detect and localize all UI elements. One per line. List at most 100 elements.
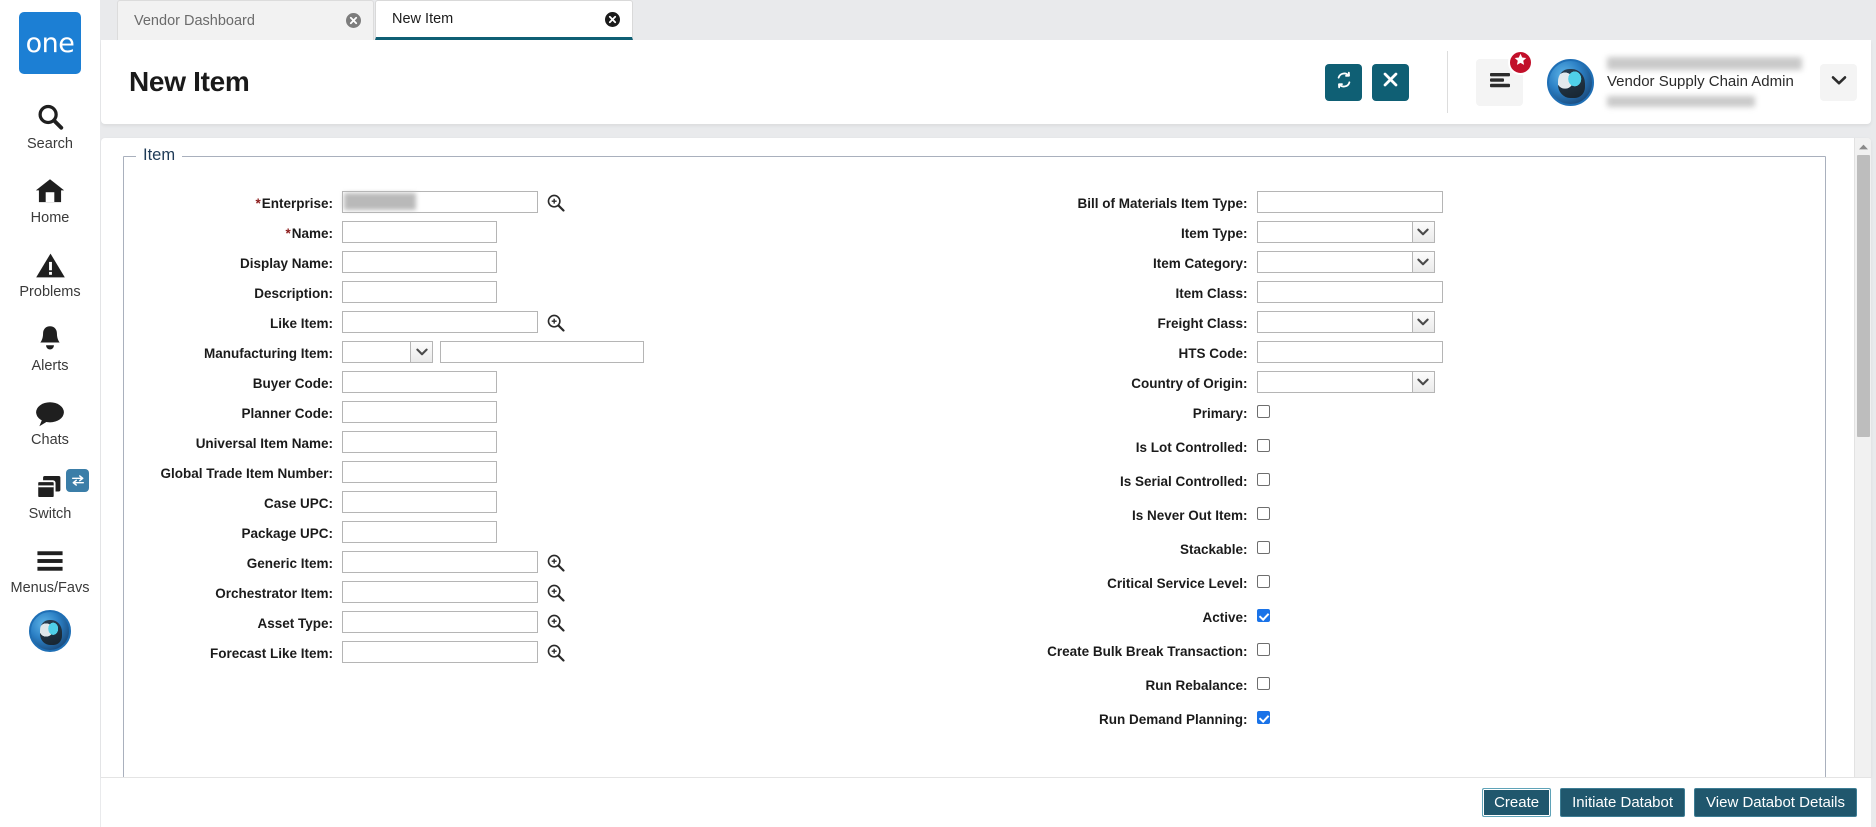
sidebar-item-switch[interactable]: Switch — [0, 469, 100, 522]
active-checkbox[interactable] — [1256, 609, 1270, 622]
field-label: Item Category: — [1152, 256, 1248, 271]
user-org-redacted — [1607, 96, 1755, 107]
initiate-databot-button[interactable]: Initiate Databot — [1560, 788, 1686, 817]
freight-class-select[interactable] — [1256, 311, 1435, 333]
orchestrator-item-lookup-icon[interactable] — [545, 582, 565, 602]
tab-new-item[interactable]: New Item — [375, 0, 633, 40]
chevron-down-icon[interactable] — [1411, 311, 1435, 333]
enterprise-input[interactable] — [342, 191, 538, 213]
orchestrator-item-input[interactable] — [342, 581, 538, 603]
manufacturing-item-select[interactable] — [342, 341, 433, 363]
field-package-upc: Package UPC: — [124, 521, 975, 543]
tab-close-icon[interactable] — [605, 11, 620, 27]
sidebar-item-chats[interactable]: Chats — [0, 396, 100, 448]
create-bulk-break-transaction-checkbox[interactable] — [1256, 643, 1270, 656]
global-trade-item-number-input[interactable] — [342, 461, 497, 483]
item-type-select[interactable] — [1256, 221, 1435, 243]
critical-service-level-checkbox[interactable] — [1256, 575, 1270, 588]
chevron-down-icon[interactable] — [1411, 251, 1435, 273]
item-category-select-input[interactable] — [1256, 251, 1412, 273]
planner-code-input[interactable] — [342, 401, 497, 423]
switch-toggle-badge[interactable] — [66, 469, 89, 492]
manufacturing-item-input[interactable] — [440, 341, 644, 363]
header-actions: Vendor Supply Chain Admin — [1315, 40, 1871, 124]
user-name-redacted — [1607, 57, 1802, 70]
avatar[interactable] — [1547, 58, 1594, 106]
name-input[interactable] — [342, 221, 497, 243]
field-label: Is Never Out Item: — [1131, 508, 1248, 523]
item-category-select[interactable] — [1256, 251, 1435, 273]
sidebar-item-problems[interactable]: Problems — [0, 248, 100, 300]
field-run-rebalance: Run Rebalance: — [975, 673, 1826, 695]
forecast-like-item-lookup-icon[interactable] — [545, 642, 565, 662]
vertical-scrollbar[interactable] — [1854, 138, 1871, 777]
create-button[interactable]: Create — [1482, 788, 1552, 817]
country-of-origin-select[interactable] — [1256, 371, 1435, 393]
enterprise-lookup-icon[interactable] — [545, 192, 565, 212]
asset-type-lookup-icon[interactable] — [545, 612, 565, 632]
chevron-down-icon[interactable] — [410, 341, 433, 363]
forecast-like-item-input[interactable] — [342, 641, 538, 663]
chevron-down-icon[interactable] — [1411, 221, 1435, 243]
asset-type-input[interactable] — [342, 611, 538, 633]
sidebar-item-label: Chats — [31, 432, 69, 448]
tab-close-icon[interactable] — [346, 13, 361, 28]
star-badge — [1508, 49, 1533, 75]
field-freight-class: Freight Class: — [975, 311, 1826, 333]
field-is-lot-controlled: Is Lot Controlled: — [975, 435, 1826, 457]
description-input[interactable] — [342, 281, 497, 303]
item-type-select-input[interactable] — [1256, 221, 1412, 243]
package-upc-input[interactable] — [342, 521, 497, 543]
manufacturing-item-select-input[interactable] — [342, 341, 410, 363]
field-label: Country of Origin: — [1131, 376, 1248, 391]
scroll-up-button[interactable] — [1854, 138, 1871, 155]
main-area: Vendor Dashboard New Item New Item Vendo… — [100, 0, 1876, 827]
buyer-code-input[interactable] — [342, 371, 497, 393]
run-demand-planning-checkbox[interactable] — [1256, 711, 1270, 724]
field-label: Item Type: — [1180, 226, 1248, 241]
primary-checkbox[interactable] — [1256, 405, 1270, 418]
field-label: Orchestrator Item: — [215, 586, 333, 601]
field-label: Run Demand Planning: — [1098, 712, 1248, 727]
close-button[interactable] — [1372, 63, 1409, 101]
like-item-input[interactable] — [342, 311, 538, 333]
like-item-lookup-icon[interactable] — [545, 312, 565, 332]
one-network-logo[interactable]: one — [19, 12, 81, 74]
country-of-origin-select-input[interactable] — [1256, 371, 1412, 393]
sidebar-item-home[interactable]: Home — [0, 174, 100, 226]
view-databot-details-button[interactable]: View Databot Details — [1694, 788, 1857, 817]
is-serial-controlled-checkbox[interactable] — [1256, 473, 1270, 486]
freight-class-select-input[interactable] — [1256, 311, 1412, 333]
field-enterprise: *Enterprise: — [124, 191, 975, 213]
scrollbar-thumb[interactable] — [1856, 155, 1870, 437]
is-never-out-item-checkbox[interactable] — [1256, 507, 1270, 520]
hts-code-input[interactable] — [1256, 341, 1443, 363]
stackable-checkbox[interactable] — [1256, 541, 1270, 554]
generic-item-lookup-icon[interactable] — [545, 552, 565, 572]
user-menu-button[interactable] — [1820, 63, 1857, 101]
chat-bubble-icon — [34, 396, 66, 430]
sidebar-item-menus-favs[interactable]: Menus/Favs — [0, 544, 100, 596]
display-name-input[interactable] — [342, 251, 497, 273]
fieldset-legend: Item — [136, 146, 183, 165]
item-class-input[interactable] — [1256, 281, 1443, 303]
field-label: Like Item: — [269, 316, 333, 331]
notifications-menu-button[interactable] — [1476, 49, 1533, 106]
sidebar-item-alerts[interactable]: Alerts — [0, 322, 100, 374]
item-fieldset: Item *Enterprise: *Name: Display Name: D… — [123, 146, 1826, 777]
tab-vendor-dashboard[interactable]: Vendor Dashboard — [117, 0, 374, 40]
field-run-demand-planning: Run Demand Planning: — [975, 707, 1826, 729]
home-icon — [34, 174, 66, 208]
chevron-down-icon[interactable] — [1411, 371, 1435, 393]
sidebar-avatar[interactable] — [29, 610, 71, 652]
case-upc-input[interactable] — [342, 491, 497, 513]
universal-item-name-input[interactable] — [342, 431, 497, 453]
generic-item-input[interactable] — [342, 551, 538, 573]
is-lot-controlled-checkbox[interactable] — [1256, 439, 1270, 452]
bom-item-type-input[interactable] — [1256, 191, 1443, 213]
field-label: *Enterprise: — [255, 196, 333, 211]
field-description: Description: — [124, 281, 975, 303]
run-rebalance-checkbox[interactable] — [1256, 677, 1270, 690]
refresh-button[interactable] — [1325, 63, 1362, 101]
sidebar-item-search[interactable]: Search — [0, 100, 100, 152]
